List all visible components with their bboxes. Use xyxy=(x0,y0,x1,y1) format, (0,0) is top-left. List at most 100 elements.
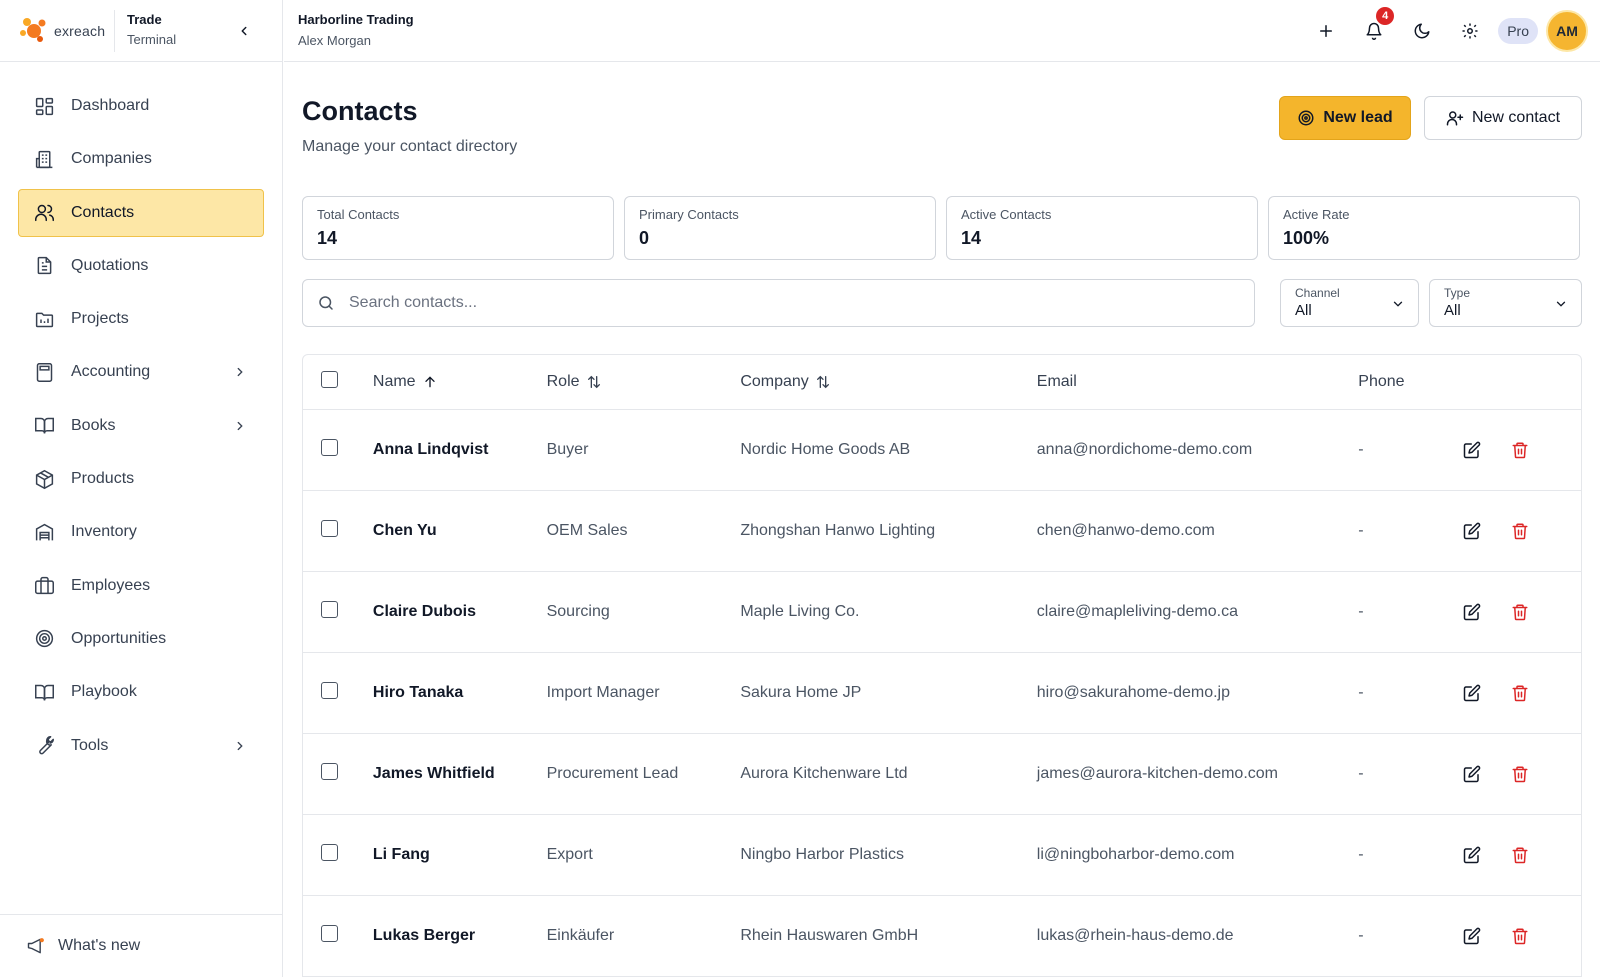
column-header-name[interactable]: Name xyxy=(372,355,547,410)
plus-icon xyxy=(1320,25,1333,37)
new-lead-button[interactable]: New lead xyxy=(1279,96,1411,140)
sidebar-item-opportunities[interactable]: Opportunities xyxy=(18,615,264,663)
briefcase-icon xyxy=(33,575,55,597)
row-checkbox[interactable] xyxy=(321,438,338,456)
contact-name[interactable]: Li Fang xyxy=(372,814,547,896)
contact-phone: - xyxy=(1358,652,1464,734)
trash-icon[interactable] xyxy=(1511,927,1529,945)
whats-new-button[interactable]: What's new xyxy=(0,914,282,977)
plan-badge[interactable]: Pro xyxy=(1498,18,1538,44)
trash-icon[interactable] xyxy=(1511,684,1529,702)
table-row[interactable]: Claire Dubois Sourcing Maple Living Co. cla… xyxy=(303,571,1581,653)
table-row[interactable]: Lukas Berger Einkäufer Rhein Hauswaren Gmb… xyxy=(303,895,1581,977)
stat-label: Active Rate xyxy=(1283,207,1350,222)
column-header-company[interactable]: Company xyxy=(740,355,1037,410)
settings-button[interactable] xyxy=(1446,9,1494,53)
brand-title-line1: Trade xyxy=(127,12,162,27)
contact-company: Ningbo Harbor Plastics xyxy=(740,814,1037,896)
sidebar-item-label: Companies xyxy=(71,150,152,168)
sidebar-item-label: Accounting xyxy=(71,363,151,381)
logo-text: exreach xyxy=(54,22,106,39)
stats-row: Total Contacts 14 Primary Contacts 0 Act… xyxy=(302,196,1580,260)
contact-name[interactable]: Claire Dubois xyxy=(372,571,547,653)
column-header-role[interactable]: Role xyxy=(546,355,741,410)
row-checkbox[interactable] xyxy=(321,843,338,861)
type-filter-select[interactable]: Type All xyxy=(1429,279,1582,327)
contact-phone: - xyxy=(1358,490,1464,572)
edit-icon[interactable] xyxy=(1463,765,1481,783)
contact-name[interactable]: Anna Lindqvist xyxy=(372,409,547,491)
sidebar-item-label: Projects xyxy=(71,310,129,328)
trash-icon[interactable] xyxy=(1511,846,1529,864)
channel-filter-value: All xyxy=(1295,302,1312,319)
main-content: Contacts Manage your contact directory N… xyxy=(284,62,1600,977)
sidebar-item-quotations[interactable]: Quotations xyxy=(18,242,264,290)
sidebar-item-accounting[interactable]: Accounting xyxy=(18,348,264,396)
channel-filter-select[interactable]: Channel All xyxy=(1280,279,1419,327)
user-name: Alex Morgan xyxy=(298,33,371,48)
edit-icon[interactable] xyxy=(1463,927,1481,945)
collapse-sidebar-button[interactable] xyxy=(234,21,254,41)
contact-phone: - xyxy=(1358,409,1464,491)
sidebar-item-companies[interactable]: Companies xyxy=(18,135,264,183)
chevron-down-icon xyxy=(1390,296,1406,312)
table-row[interactable]: Li Fang Export Ningbo Harbor Plastics li@ni… xyxy=(303,814,1581,896)
avatar[interactable]: AM xyxy=(1546,10,1588,52)
row-checkbox[interactable] xyxy=(321,924,338,942)
sidebar-item-contacts[interactable]: Contacts xyxy=(18,188,264,237)
contact-name[interactable]: Lukas Berger xyxy=(372,895,547,977)
theme-toggle-button[interactable] xyxy=(1398,9,1446,53)
contact-company: Rhein Hauswaren GmbH xyxy=(740,895,1037,977)
edit-icon[interactable] xyxy=(1463,846,1481,864)
contact-name[interactable]: Hiro Tanaka xyxy=(372,652,547,734)
brand-title-line2: Terminal xyxy=(127,32,177,47)
table-header-row: Name Role Company Email Phone xyxy=(303,355,1581,410)
new-contact-label: New contact xyxy=(1471,109,1561,126)
edit-icon[interactable] xyxy=(1463,522,1481,540)
brand-title: Trade Terminal xyxy=(127,12,176,47)
select-all-checkbox[interactable] xyxy=(321,370,338,388)
table-row[interactable]: Chen Yu OEM Sales Zhongshan Hanwo Lighting… xyxy=(303,490,1581,572)
trash-icon[interactable] xyxy=(1511,603,1529,621)
edit-icon[interactable] xyxy=(1463,441,1481,459)
sidebar-item-products[interactable]: Products xyxy=(18,455,264,503)
contact-role: Export xyxy=(546,814,741,896)
contact-email: lukas@rhein-haus-demo.de xyxy=(1036,895,1359,977)
trash-icon[interactable] xyxy=(1511,765,1529,783)
target-icon xyxy=(1298,110,1314,126)
add-button[interactable] xyxy=(1302,9,1350,53)
contact-company: Aurora Kitchenware Ltd xyxy=(740,733,1037,815)
new-contact-button[interactable]: New contact xyxy=(1424,96,1582,140)
notifications-button[interactable]: 4 xyxy=(1350,7,1398,53)
edit-icon[interactable] xyxy=(1463,684,1481,702)
sidebar-item-inventory[interactable]: Inventory xyxy=(18,508,264,556)
contact-name[interactable]: James Whitfield xyxy=(372,733,547,815)
sidebar-item-employees[interactable]: Employees xyxy=(18,562,264,610)
trash-icon[interactable] xyxy=(1511,441,1529,459)
row-checkbox[interactable] xyxy=(321,762,338,780)
row-checkbox[interactable] xyxy=(321,519,338,537)
table-row[interactable]: Anna Lindqvist Buyer Nordic Home Goods AB a… xyxy=(303,409,1581,491)
search-input[interactable] xyxy=(349,294,1209,312)
app-logo[interactable]: exreach xyxy=(18,15,105,47)
sidebar-item-dashboard[interactable]: Dashboard xyxy=(18,82,264,130)
trash-icon[interactable] xyxy=(1511,522,1529,540)
column-label: Email xyxy=(1036,372,1077,390)
sidebar-item-books[interactable]: Books xyxy=(18,402,264,450)
column-header-email: Email xyxy=(1036,355,1359,410)
chevron-down-icon xyxy=(1553,296,1569,312)
contact-role: Import Manager xyxy=(546,652,741,734)
contact-email: hiro@sakurahome-demo.jp xyxy=(1036,652,1359,734)
table-row[interactable]: James Whitfield Procurement Lead Aurora Ki… xyxy=(303,733,1581,815)
sidebar-item-playbook[interactable]: Playbook xyxy=(18,668,264,716)
dashboard-icon xyxy=(33,95,55,117)
contact-name[interactable]: Chen Yu xyxy=(372,490,547,572)
sidebar-item-tools[interactable]: Tools xyxy=(18,722,264,770)
edit-icon[interactable] xyxy=(1463,603,1481,621)
sidebar-item-projects[interactable]: Projects xyxy=(18,295,264,343)
row-checkbox[interactable] xyxy=(321,681,338,699)
row-checkbox[interactable] xyxy=(321,600,338,618)
table-row[interactable]: Hiro Tanaka Import Manager Sakura Home JP h… xyxy=(303,652,1581,734)
column-label: Name xyxy=(372,372,416,390)
column-label: Company xyxy=(740,372,809,390)
